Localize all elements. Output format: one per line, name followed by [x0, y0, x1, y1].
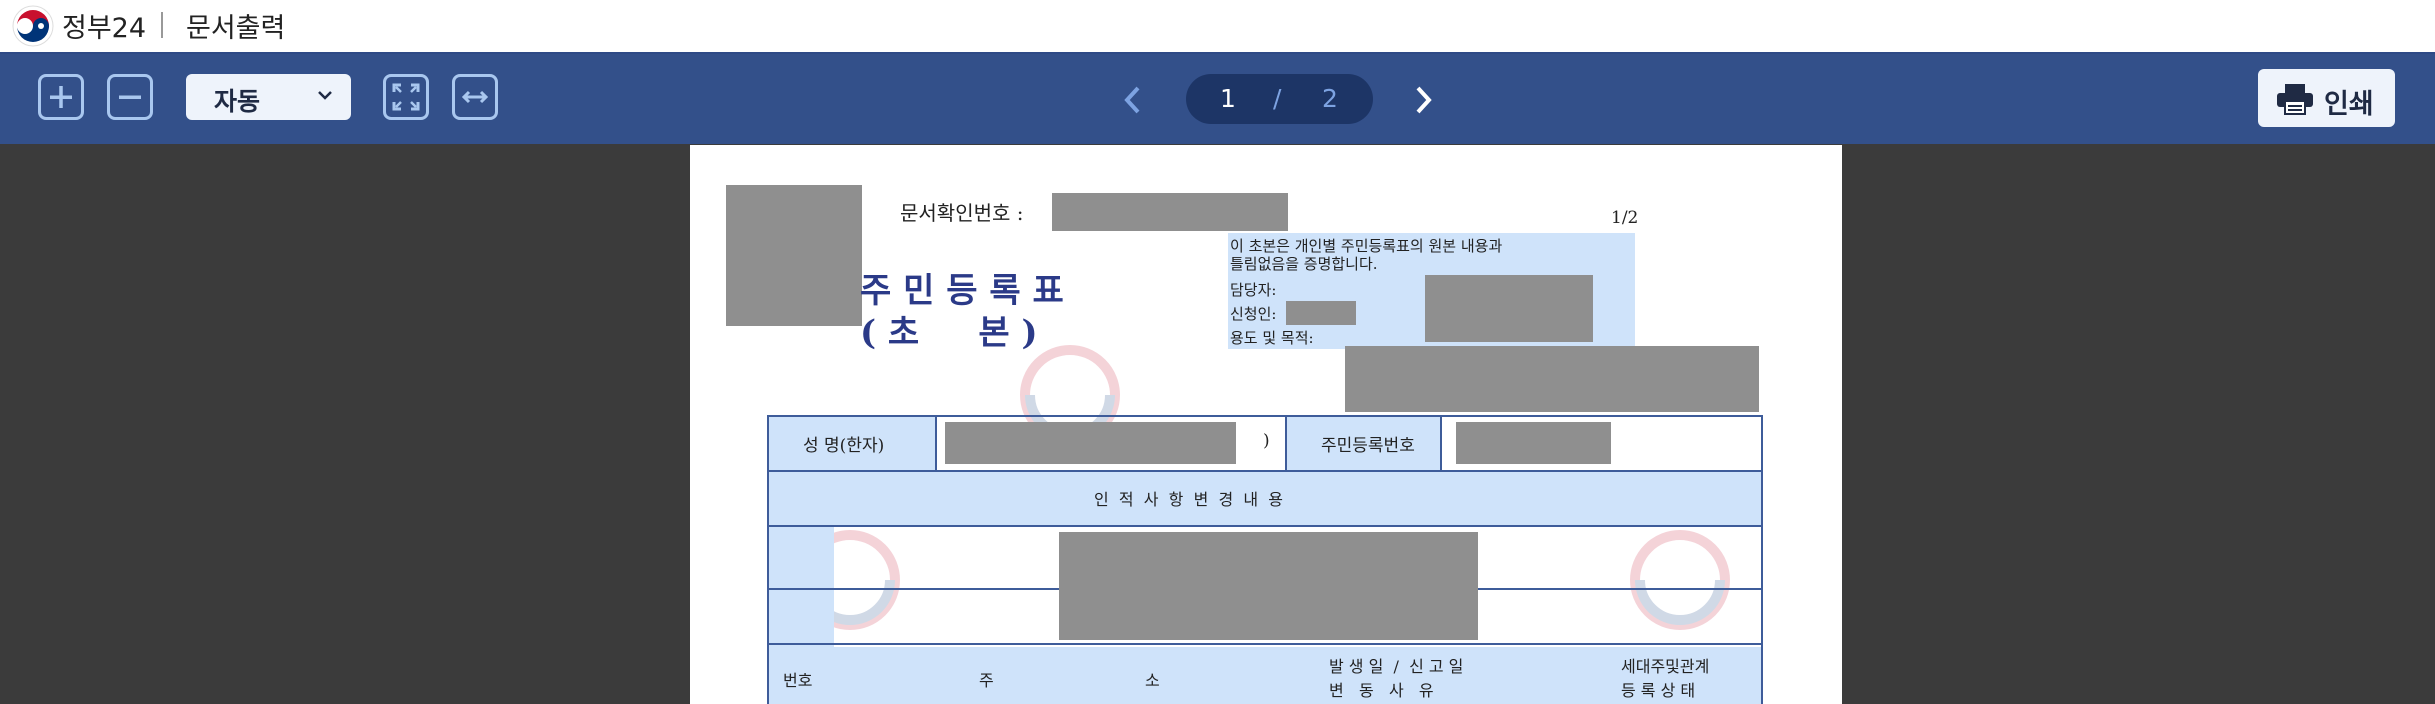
name-close-paren: ): [1263, 431, 1270, 451]
change-details-redaction: [1059, 532, 1478, 640]
row-margin-highlight: [769, 527, 834, 647]
fit-page-button[interactable]: [383, 74, 429, 120]
doc-title-line2: ( 초 본 ): [860, 313, 1038, 353]
name-redaction: [945, 422, 1236, 464]
col-household-header-line1: 세대주및관계: [1621, 657, 1710, 676]
purpose-label: 용도 및 목적:: [1230, 329, 1314, 347]
column-header-row: [769, 647, 1761, 704]
page-navigator: 1 / 2: [1186, 74, 1373, 124]
print-button[interactable]: 인쇄: [2258, 69, 2395, 127]
page-separator: /: [1273, 84, 1282, 113]
zoom-out-button[interactable]: [107, 74, 153, 120]
document-page: 문서확인번호 : 1/2 주 민 등 록 표 ( 초 본 ) 이 초본은 개인별…: [690, 145, 1842, 704]
total-pages: 2: [1322, 84, 1338, 113]
minus-icon: [119, 95, 141, 99]
current-page-input[interactable]: 1: [1220, 84, 1236, 113]
record-table: 성 명(한자) ) 주민등록번호 인 적 사 항 변 경 내 용 번호 주 소 …: [767, 415, 1763, 704]
col-household-header-line2: 등 록 상 태: [1621, 681, 1696, 700]
app-name: 정부24: [62, 13, 147, 44]
officer-redaction: [1425, 275, 1593, 342]
fit-page-icon: [392, 83, 420, 111]
name-label: 성 명(한자): [803, 436, 885, 456]
rrn-redaction: [1456, 422, 1611, 464]
fit-width-icon: [461, 90, 489, 104]
photo-redaction: [726, 185, 862, 326]
confirm-number-redaction: [1052, 193, 1288, 231]
title-bar: 정부24 문서출력: [0, 0, 2435, 54]
viewer-toolbar: 자동 1 / 2 인쇄: [0, 54, 2435, 144]
zoom-level-select[interactable]: 자동: [186, 74, 351, 120]
certify-text-line2: 틀림없음을 증명합니다.: [1230, 255, 1378, 273]
chevron-right-icon[interactable]: [1408, 82, 1438, 118]
zoom-in-button[interactable]: [38, 74, 84, 120]
purpose-redaction: [1345, 346, 1759, 412]
col-date-header-line2: 변 동 사 유: [1329, 681, 1434, 700]
government-logo-icon: [12, 5, 54, 47]
fit-width-button[interactable]: [452, 74, 498, 120]
page-title: 문서출력: [186, 13, 286, 44]
chevron-down-icon: [318, 91, 332, 100]
col-no-header: 번호: [783, 671, 813, 690]
col-address-header-1: 주: [979, 671, 994, 690]
printer-icon: [2277, 84, 2313, 115]
chevron-left-icon[interactable]: [1118, 82, 1148, 118]
confirm-number-label: 문서확인번호 :: [900, 201, 1024, 225]
page-indicator: 1/2: [1611, 208, 1639, 228]
col-date-header-line1: 발 생 일 / 신 고 일: [1329, 657, 1464, 676]
title-divider: [161, 12, 163, 38]
section-title: 인 적 사 항 변 경 내 용: [1094, 490, 1283, 509]
zoom-level-value: 자동: [214, 87, 261, 116]
applicant-label: 신청인:: [1230, 305, 1277, 323]
rrn-label: 주민등록번호: [1321, 436, 1415, 456]
col-address-header-2: 소: [1145, 671, 1160, 690]
print-label: 인쇄: [2324, 89, 2374, 120]
applicant-redaction: [1286, 301, 1356, 325]
officer-label: 담당자:: [1230, 281, 1277, 299]
plus-icon: [50, 86, 72, 108]
